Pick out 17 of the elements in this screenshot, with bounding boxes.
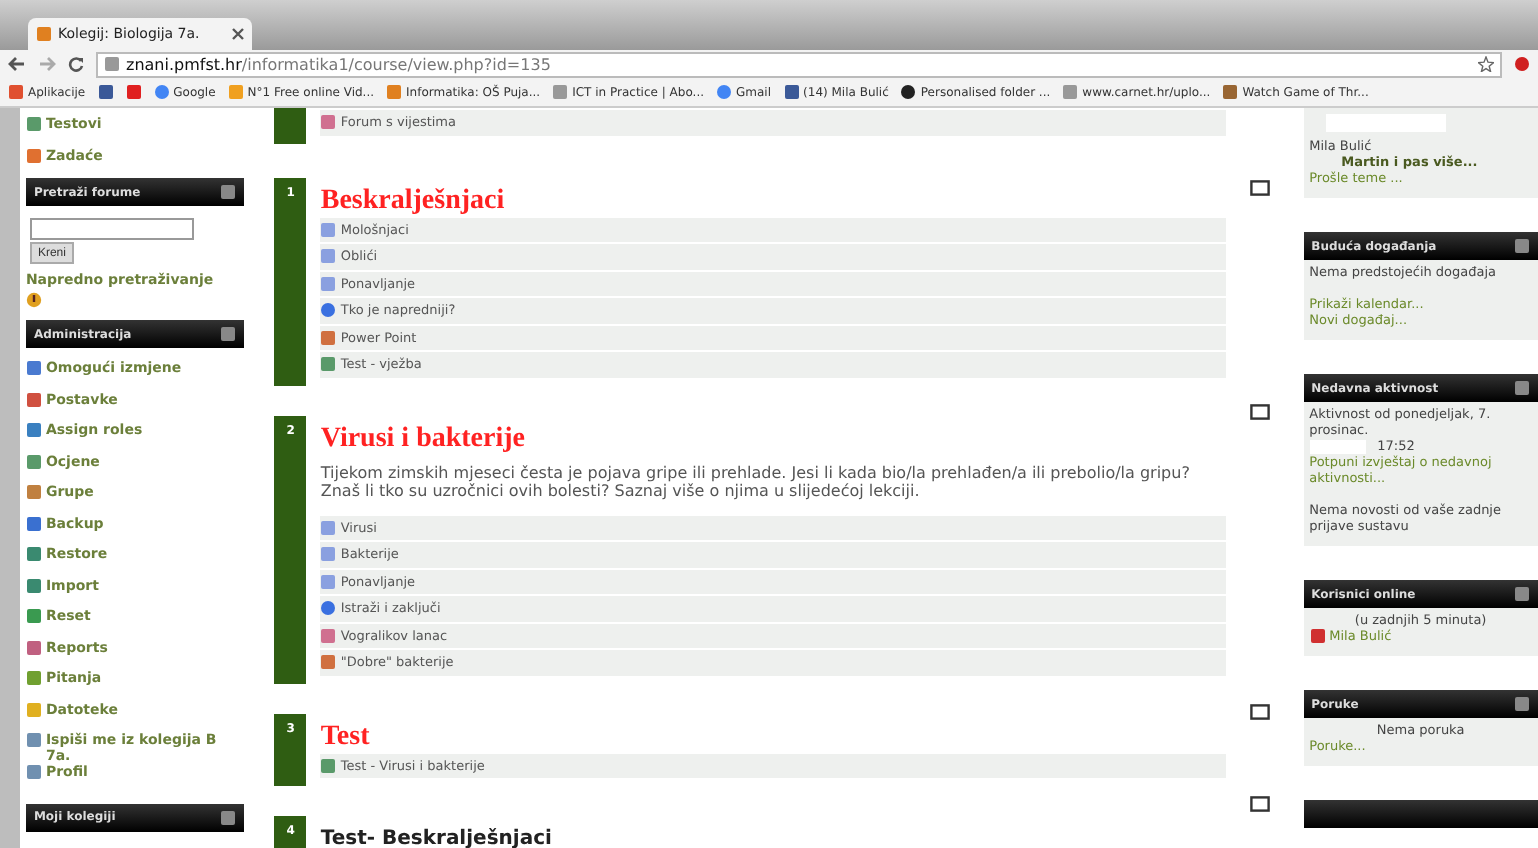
- section-marker: [274, 108, 307, 143]
- section-title: Test: [320, 719, 372, 753]
- checkbox-icon[interactable]: [1249, 704, 1270, 720]
- checkbox-icon[interactable]: [1249, 180, 1270, 196]
- help-icon[interactable]: [25, 292, 42, 308]
- address-field[interactable]: znani.pmfst.hr/informatika1/course/view.php?id=135: [96, 51, 1502, 77]
- search-field[interactable]: [29, 218, 194, 240]
- reload-icon[interactable]: [68, 56, 84, 72]
- star-icon[interactable]: [1478, 56, 1494, 72]
- checkbox-icon[interactable]: [1249, 796, 1270, 812]
- section-title: Test- Beskralješnjaci: [320, 826, 554, 848]
- section-title: Beskralješnjaci: [320, 183, 507, 217]
- back-icon[interactable]: [8, 56, 26, 72]
- section-title: Virusi i bakterije: [320, 421, 527, 455]
- close-icon[interactable]: [232, 28, 244, 40]
- section-summary: Tijekom zimskih mjeseci česta je pojava gripe ili prehlade. Jesi li kada bio/la prehlađen/a ili prebolio/la gripu?Znaš li tko su uzročnici ovih bolesti? Saznaj više o njima u slijedećoj lekciji.: [320, 463, 1192, 499]
- checkbox-icon[interactable]: [1249, 404, 1270, 420]
